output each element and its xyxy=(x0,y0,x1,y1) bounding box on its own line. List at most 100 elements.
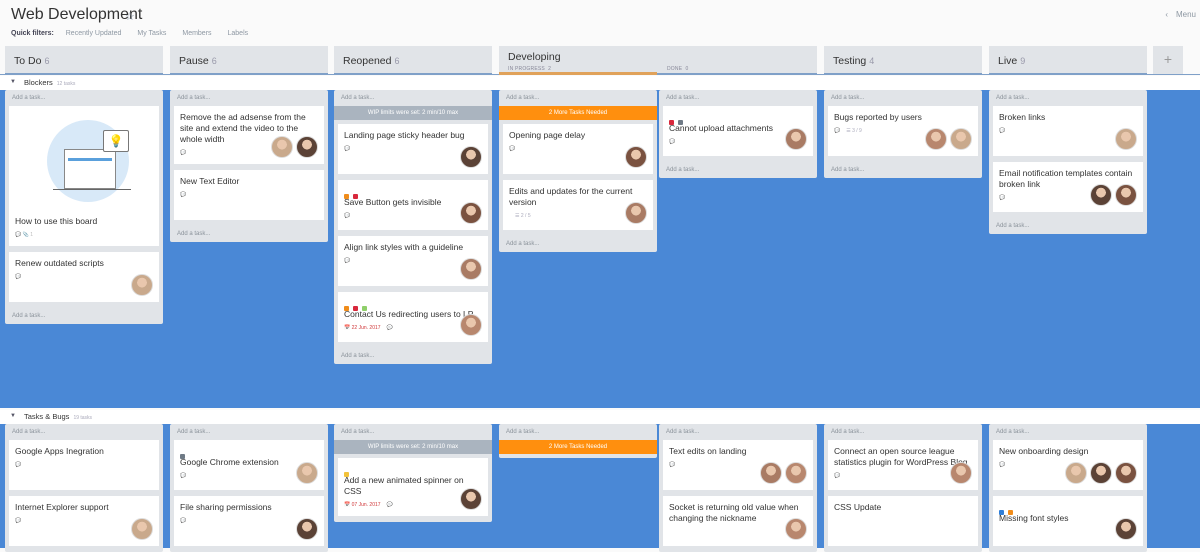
add-task-button[interactable]: Add a task... xyxy=(334,424,492,440)
task-card[interactable]: Opening page delay 💬 xyxy=(503,124,653,174)
task-card[interactable]: Align link styles with a guideline 💬 xyxy=(338,236,488,286)
task-card[interactable]: Cannot upload attachments 💬 xyxy=(663,106,813,156)
avatar[interactable] xyxy=(925,128,947,150)
add-task-button[interactable]: Add a task... xyxy=(499,424,657,440)
avatar[interactable] xyxy=(950,462,972,484)
avatar[interactable] xyxy=(296,518,318,540)
task-card[interactable]: CSS Update xyxy=(828,496,978,546)
task-card[interactable]: File sharing permissions 💬 xyxy=(174,496,324,546)
add-task-button[interactable]: Add a task... xyxy=(170,424,328,440)
task-card[interactable]: Missing font styles xyxy=(993,496,1143,546)
swimlane-header[interactable]: ▼ Tasks & Bugs 19 tasks xyxy=(0,410,1200,424)
avatar[interactable] xyxy=(460,202,482,224)
filter-my-tasks[interactable]: My Tasks xyxy=(137,30,166,37)
column-header-developing[interactable]: Developing IN PROGRESS 2 DONE 0 xyxy=(499,46,817,75)
column-header-testing[interactable]: Testing 4 xyxy=(824,46,982,74)
task-card[interactable]: Broken links 💬 xyxy=(993,106,1143,156)
avatar[interactable] xyxy=(1065,462,1087,484)
avatar[interactable] xyxy=(460,258,482,280)
task-card[interactable]: Connect an open source league statistics… xyxy=(828,440,978,490)
filter-recently-updated[interactable]: Recently Updated xyxy=(66,30,122,37)
add-task-button[interactable]: Add a task... xyxy=(334,348,492,364)
column-header-to-do[interactable]: To Do 6 xyxy=(5,46,163,74)
add-task-button[interactable]: Add a task... xyxy=(989,218,1147,234)
avatar[interactable] xyxy=(1115,128,1137,150)
avatar[interactable] xyxy=(460,488,482,510)
column-header-reopened[interactable]: Reopened 6 xyxy=(334,46,492,74)
avatar[interactable] xyxy=(1090,184,1112,206)
add-task-button[interactable]: Add a task... xyxy=(989,90,1147,106)
comment-icon: 💬 xyxy=(180,473,187,479)
card-assignees xyxy=(131,518,153,540)
task-card[interactable]: Text edits on landing 💬 xyxy=(663,440,813,490)
avatar[interactable] xyxy=(1115,184,1137,206)
add-task-button[interactable]: Add a task... xyxy=(824,90,982,106)
add-task-button[interactable]: Add a task... xyxy=(170,90,328,106)
task-card[interactable]: New Text Editor 💬 xyxy=(174,170,324,220)
task-card[interactable]: Landing page sticky header bug 💬 xyxy=(338,124,488,174)
column-header-pause[interactable]: Pause 6 xyxy=(170,46,328,74)
task-card[interactable]: Save Button gets invisible 💬 xyxy=(338,180,488,230)
task-card[interactable]: 💡 How to use this board 💬 📎 1 xyxy=(9,106,159,246)
card-assignees xyxy=(460,146,482,168)
avatar[interactable] xyxy=(760,462,782,484)
avatar[interactable] xyxy=(785,518,807,540)
swimlane-header[interactable]: ▼ Blockers 12 tasks xyxy=(0,76,1200,90)
add-task-button[interactable]: Add a task... xyxy=(499,90,657,106)
avatar[interactable] xyxy=(950,128,972,150)
add-task-button[interactable]: Add a task... xyxy=(659,90,817,106)
avatar[interactable] xyxy=(460,314,482,336)
add-task-button[interactable]: Add a task... xyxy=(5,424,163,440)
task-card[interactable]: Remove the ad adsense from the site and … xyxy=(174,106,324,164)
add-task-button[interactable]: Add a task... xyxy=(170,226,328,242)
task-card[interactable]: Google Chrome extension 💬 xyxy=(174,440,324,490)
add-task-button[interactable]: Add a task... xyxy=(659,162,817,178)
task-card[interactable]: Renew outdated scripts 💬 xyxy=(9,252,159,302)
filter-members[interactable]: Members xyxy=(182,30,211,37)
add-task-button[interactable]: Add a task... xyxy=(659,424,817,440)
add-task-button[interactable]: Add a task... xyxy=(824,162,982,178)
add-task-button[interactable]: Add a task... xyxy=(499,236,657,252)
task-card[interactable]: Bugs reported by users 💬 ☰ 3 / 9 xyxy=(828,106,978,156)
avatar[interactable] xyxy=(296,462,318,484)
avatar[interactable] xyxy=(1115,462,1137,484)
avatar[interactable] xyxy=(131,518,153,540)
avatar[interactable] xyxy=(785,128,807,150)
subcolumn-label: DONE xyxy=(667,66,683,72)
task-card[interactable]: Contact Us redirecting users to LP 📅 22 J… xyxy=(338,292,488,342)
avatar[interactable] xyxy=(1090,462,1112,484)
avatar[interactable] xyxy=(460,146,482,168)
task-list: Add a task... Remove the ad adsense from … xyxy=(170,90,328,242)
comment-icon: 💬 xyxy=(386,502,393,508)
task-card[interactable]: Internet Explorer support 💬 xyxy=(9,496,159,546)
add-task-button[interactable]: Add a task... xyxy=(5,90,163,106)
column-header-live[interactable]: Live 9 xyxy=(989,46,1147,74)
task-card[interactable]: Edits and updates for the current versio… xyxy=(503,180,653,230)
swimlane-body: Add a task... Google Apps Inegration 💬 Inte… xyxy=(0,424,1200,552)
avatar[interactable] xyxy=(785,462,807,484)
menu-button[interactable]: ‹ Menu xyxy=(1165,10,1196,19)
card-labels xyxy=(669,112,807,125)
avatar[interactable] xyxy=(271,136,293,158)
task-card[interactable]: New onboarding design 💬 xyxy=(993,440,1143,490)
avatar[interactable] xyxy=(1115,518,1137,540)
add-task-button[interactable]: Add a task... xyxy=(824,424,982,440)
add-task-button[interactable]: Add a task... xyxy=(5,308,163,324)
card-assignees xyxy=(760,462,807,484)
add-column-button[interactable]: + xyxy=(1153,46,1183,74)
filter-labels[interactable]: Labels xyxy=(228,30,249,37)
task-card[interactable]: Google Apps Inegration 💬 xyxy=(9,440,159,490)
add-task-button[interactable]: Add a task... xyxy=(334,90,492,106)
avatar[interactable] xyxy=(131,274,153,296)
task-card[interactable]: Email notification templates contain bro… xyxy=(993,162,1143,212)
avatar[interactable] xyxy=(625,202,647,224)
collapse-triangle-icon[interactable]: ▼ xyxy=(10,79,16,85)
add-task-button[interactable]: Add a task... xyxy=(989,424,1147,440)
star-icon[interactable]: ☆ xyxy=(125,10,135,23)
task-card[interactable]: Add a new animated spinner on CSS 📅 07 Ju… xyxy=(338,458,488,516)
avatar[interactable] xyxy=(625,146,647,168)
avatar[interactable] xyxy=(296,136,318,158)
collapse-triangle-icon[interactable]: ▼ xyxy=(10,413,16,419)
card-labels xyxy=(180,446,318,459)
task-card[interactable]: Socket is returning old value when chang… xyxy=(663,496,813,546)
